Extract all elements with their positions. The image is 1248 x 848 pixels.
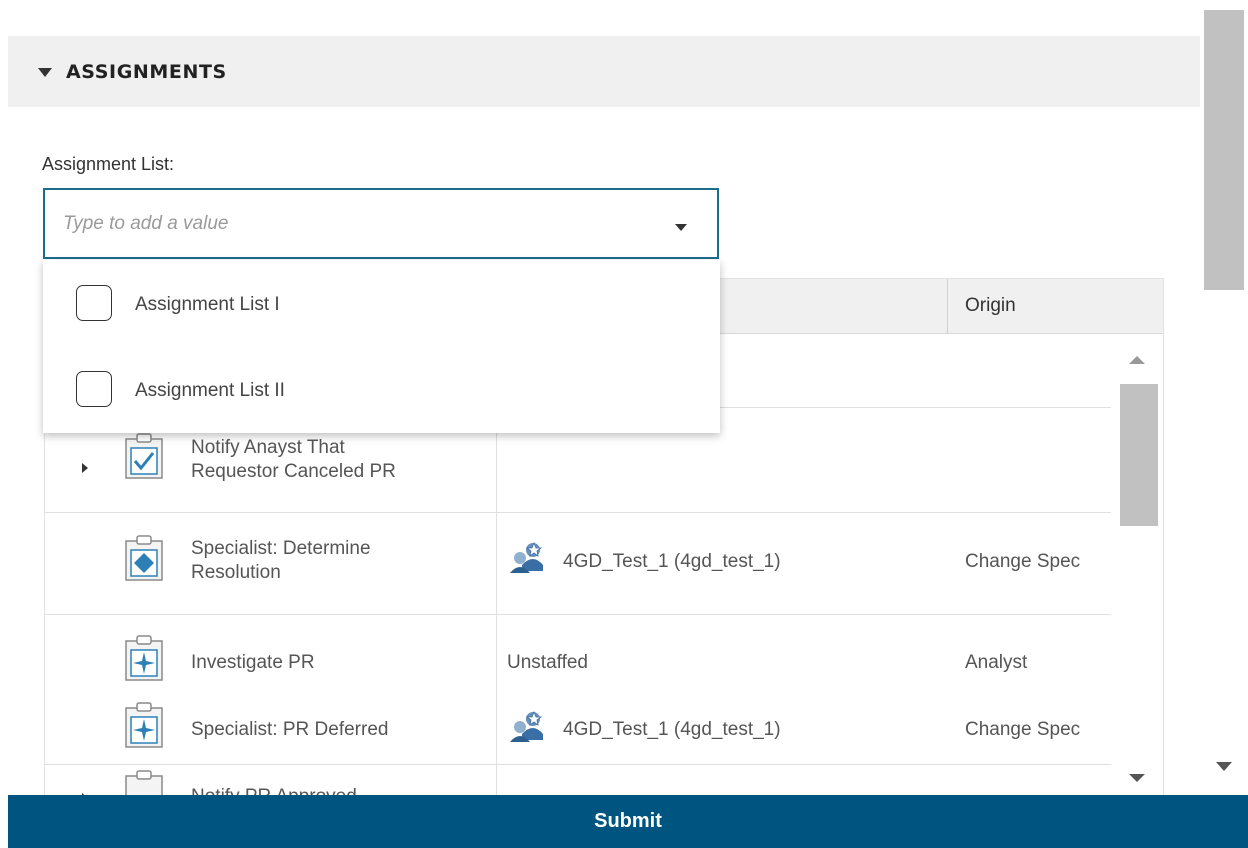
checkbox-task-icon (125, 433, 163, 479)
assignee-text: 4GD_Test_1 (4gd_test_1) (563, 719, 781, 740)
origin-text: Analyst (965, 652, 1028, 673)
column-divider[interactable] (947, 279, 948, 334)
task-name-line: Specialist: Determine (191, 538, 371, 559)
grid-scroll-up-icon[interactable] (1129, 356, 1145, 364)
assignment-list-dropdown: Assignment List I Assignment List II (43, 260, 720, 433)
task-cell: Notify PR Approved (45, 765, 497, 797)
task-name-line: Resolution (191, 562, 281, 583)
dropdown-option[interactable]: Assignment List I (43, 260, 720, 346)
table-row[interactable]: Notify PR Approved (45, 765, 1111, 797)
grid-scrollbar[interactable] (1113, 334, 1163, 797)
task-cell: Specialist: Determine Resolution (45, 513, 497, 614)
assignments-section-header[interactable]: ASSIGNMENTS (8, 36, 1200, 107)
task-cell: Investigate PR (45, 615, 497, 700)
table-row[interactable]: Specialist: PR Deferred 4GD_Test_1 (4gd_… (45, 700, 1111, 765)
assignment-list-input[interactable] (63, 212, 623, 235)
star-task-icon (125, 702, 163, 748)
dropdown-option[interactable]: Assignment List II (43, 346, 720, 432)
user-group-icon (510, 710, 543, 742)
diamond-task-icon (125, 535, 163, 581)
column-header-origin[interactable]: Origin (965, 295, 1016, 317)
star-task-icon (125, 635, 163, 681)
option-label[interactable]: Assignment List I (135, 294, 280, 316)
grid-scroll-down-icon[interactable] (1129, 774, 1145, 782)
assignment-list-combobox[interactable] (43, 188, 719, 259)
origin-text: Change Spec (965, 551, 1081, 572)
page-scrollbar[interactable] (1200, 0, 1248, 795)
option-checkbox[interactable] (76, 285, 112, 321)
task-name-line: Notify Anayst That (191, 437, 345, 458)
task-name-line: Investigate PR (191, 652, 315, 673)
dropdown-arrow-icon[interactable] (675, 224, 687, 231)
section-title: ASSIGNMENTS (66, 60, 227, 83)
origin-text: Change Spec (965, 719, 1081, 740)
user-group-icon (510, 541, 543, 573)
table-row[interactable]: Investigate PR Unstaffed Analyst (45, 615, 1111, 700)
page-scroll-down-icon[interactable] (1216, 762, 1232, 771)
assignee-text: Unstaffed (507, 652, 588, 673)
option-checkbox[interactable] (76, 371, 112, 407)
page-scrollbar-thumb[interactable] (1204, 10, 1244, 290)
task-cell: Specialist: PR Deferred (45, 700, 497, 764)
table-row[interactable]: Specialist: Determine Resolution 4GD_Tes… (45, 513, 1111, 615)
grid-scrollbar-thumb[interactable] (1120, 384, 1158, 526)
task-name-line: Specialist: PR Deferred (191, 719, 389, 740)
assignment-list-label: Assignment List: (42, 154, 175, 174)
assignee-text: 4GD_Test_1 (4gd_test_1) (563, 551, 781, 572)
checkbox-task-icon (125, 770, 163, 797)
submit-button[interactable]: Submit (8, 795, 1248, 848)
option-label[interactable]: Assignment List II (135, 380, 285, 402)
task-name-line: Requestor Canceled PR (191, 461, 396, 482)
collapse-caret-icon[interactable] (38, 68, 52, 77)
expand-row-icon[interactable] (82, 463, 88, 473)
